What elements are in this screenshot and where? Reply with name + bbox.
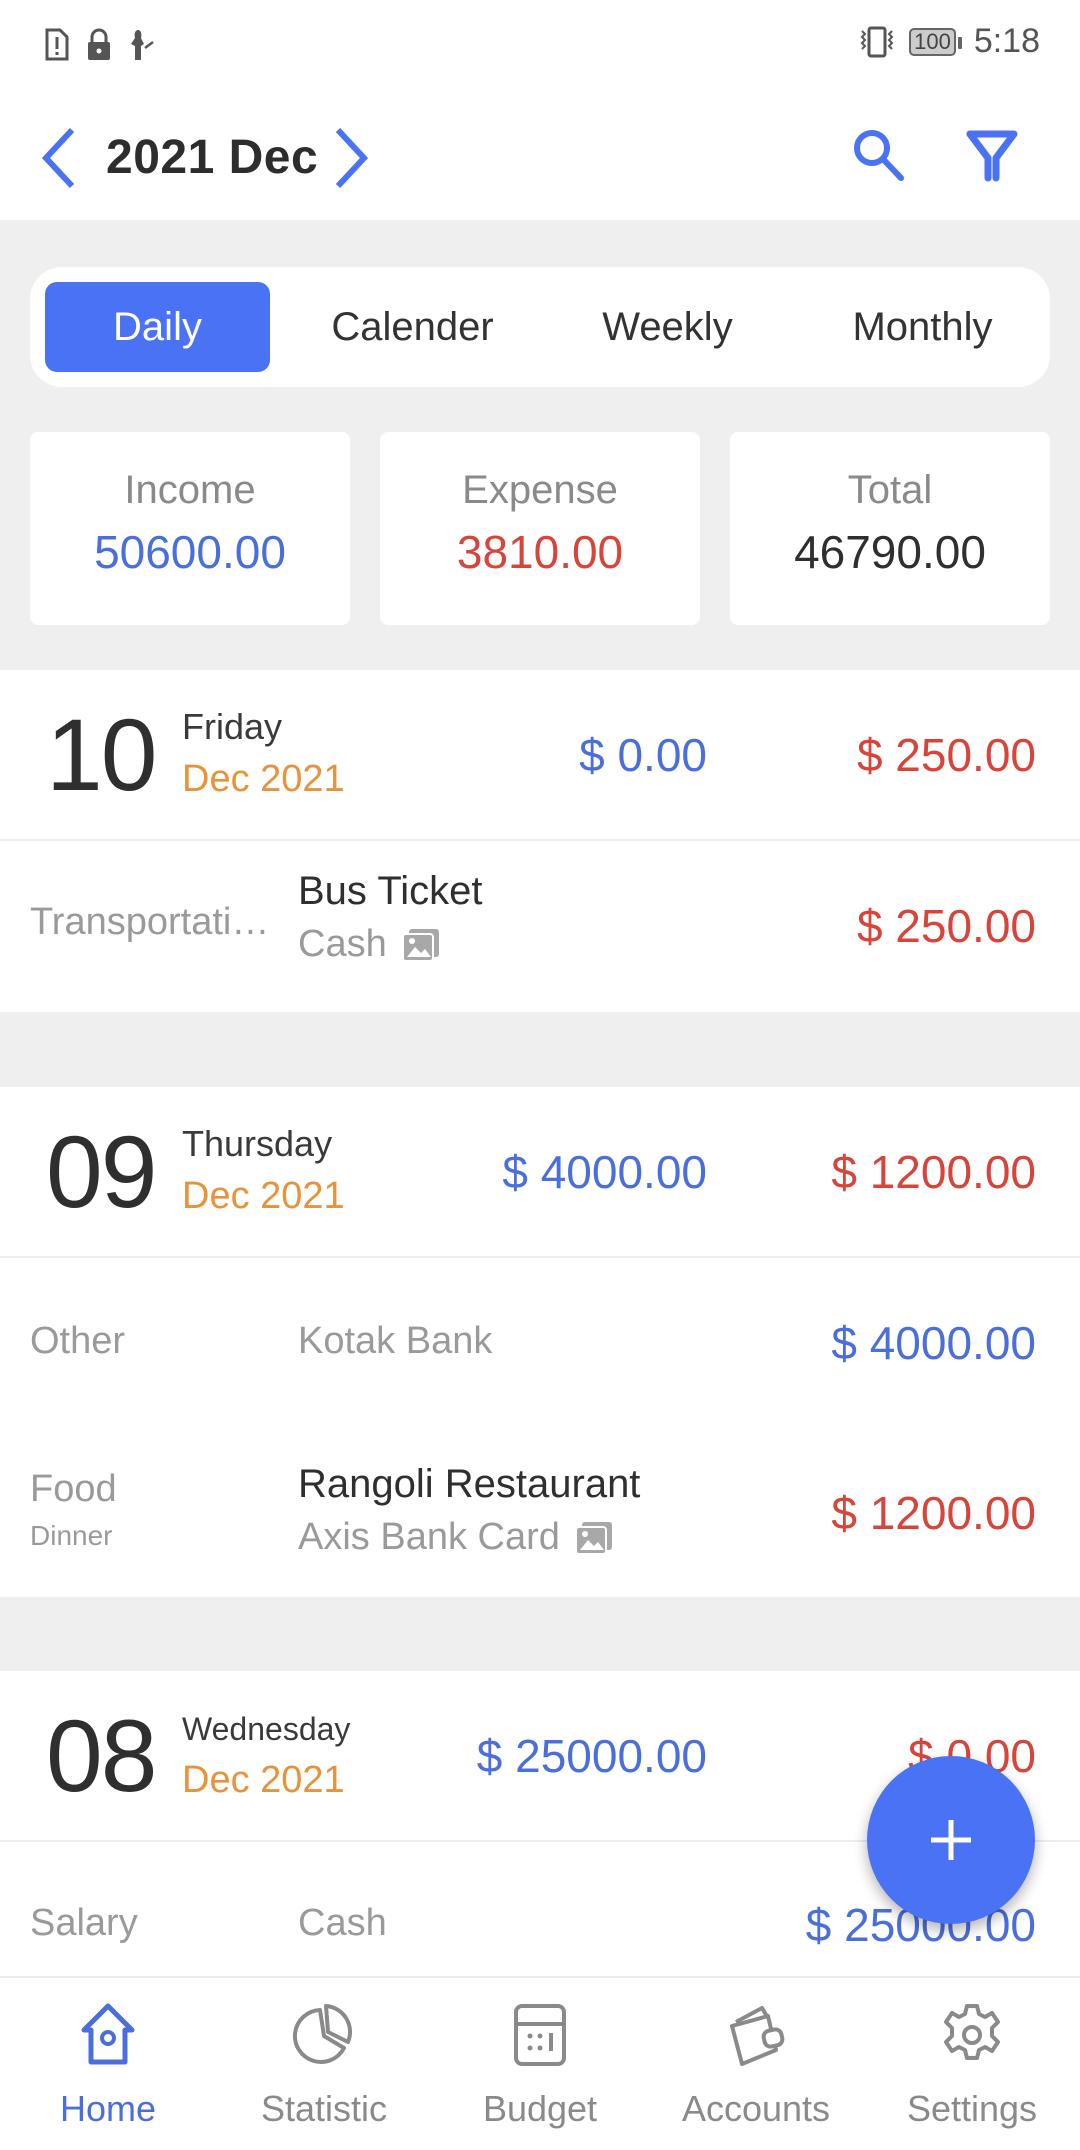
sim-alert-icon bbox=[45, 28, 69, 61]
account-name: Kotak Bank bbox=[298, 1320, 493, 1362]
gear-icon bbox=[944, 2004, 1000, 2060]
day-month: Dec 2021 bbox=[182, 1759, 345, 1801]
overview-panel: Daily Calender Weekly Monthly Income 506… bbox=[0, 220, 1080, 670]
bottom-navigation: Home Statistic Budget Accounts Settings bbox=[0, 1976, 1080, 2150]
calculator-icon bbox=[514, 2004, 566, 2066]
tab-weekly[interactable]: Weekly bbox=[555, 282, 780, 372]
next-month-button[interactable] bbox=[330, 126, 374, 190]
chevron-right-icon bbox=[335, 127, 369, 189]
account-name: Cash bbox=[298, 923, 387, 965]
income-value: 50600.00 bbox=[94, 526, 286, 578]
day-number: 09 bbox=[46, 1115, 157, 1229]
filter-icon bbox=[966, 130, 1018, 182]
total-label: Total bbox=[847, 468, 933, 512]
day-separator bbox=[0, 1597, 1080, 1671]
expense-card: Expense 3810.00 bbox=[380, 432, 700, 625]
filter-button[interactable] bbox=[962, 126, 1022, 186]
day-income-total: $ 0.00 bbox=[579, 729, 707, 781]
total-value: 46790.00 bbox=[794, 526, 986, 578]
view-tabs: Daily Calender Weekly Monthly bbox=[30, 267, 1050, 387]
day-income-total: $ 4000.00 bbox=[502, 1146, 707, 1198]
nav-budget-label: Budget bbox=[482, 2088, 598, 2129]
battery-icon: 100 bbox=[909, 27, 962, 56]
day-expense-total: $ 1200.00 bbox=[831, 1146, 1036, 1198]
day-separator bbox=[0, 1012, 1080, 1087]
status-bar: 100 5:18 bbox=[0, 0, 1080, 90]
nav-home-label: Home bbox=[59, 2088, 157, 2129]
nav-settings-label: Settings bbox=[906, 2088, 1038, 2129]
day-month: Dec 2021 bbox=[182, 1175, 345, 1217]
day-income-total: $ 25000.00 bbox=[476, 1730, 707, 1782]
day-number: 08 bbox=[46, 1699, 157, 1813]
day-group: 10 Friday Dec 2021 $ 0.00 $ 250.00 Trans… bbox=[0, 670, 1080, 1012]
month-title: 2021 Dec bbox=[106, 131, 319, 184]
tab-daily[interactable]: Daily bbox=[45, 282, 270, 372]
day-expense-total: $ 250.00 bbox=[856, 729, 1036, 781]
plus-icon bbox=[931, 1820, 971, 1860]
nav-home[interactable]: Home bbox=[0, 1978, 216, 2150]
day-header: 10 Friday Dec 2021 $ 0.00 $ 250.00 bbox=[0, 670, 1080, 841]
tab-calender[interactable]: Calender bbox=[300, 282, 525, 372]
transaction-category: Salary bbox=[30, 1902, 138, 1944]
transaction-account: Kotak Bank bbox=[298, 1320, 492, 1363]
day-weekday: Friday bbox=[182, 706, 283, 747]
day-weekday: Wednesday bbox=[182, 1711, 351, 1747]
expense-label: Expense bbox=[462, 468, 618, 512]
search-button[interactable] bbox=[848, 126, 908, 186]
nav-statistic-label: Statistic bbox=[260, 2088, 388, 2129]
nav-accounts[interactable]: Accounts bbox=[648, 1978, 864, 2150]
transaction-title: Bus Ticket bbox=[298, 869, 483, 913]
transaction-subcategory: Dinner bbox=[30, 1520, 113, 1551]
search-icon bbox=[854, 130, 904, 181]
transaction-title: Rangoli Restaurant bbox=[298, 1462, 641, 1506]
wallet-icon bbox=[730, 2006, 785, 2066]
status-time: 5:18 bbox=[973, 22, 1040, 60]
vibrate-icon bbox=[860, 26, 894, 57]
image-attachment-icon bbox=[574, 1521, 612, 1555]
total-card: Total 46790.00 bbox=[730, 432, 1050, 625]
day-weekday: Thursday bbox=[182, 1123, 333, 1164]
lock-icon bbox=[88, 28, 110, 60]
income-label: Income bbox=[124, 468, 256, 512]
transaction-account: Cash bbox=[298, 1902, 387, 1945]
transaction-row[interactable]: Transportation Bus Ticket Cash $ 250.00 bbox=[0, 841, 1080, 1009]
day-group: 09 Thursday Dec 2021 $ 4000.00 $ 1200.00… bbox=[0, 1087, 1080, 1597]
transaction-amount: $ 250.00 bbox=[856, 900, 1036, 952]
home-icon bbox=[81, 2003, 135, 2065]
nav-accounts-label: Accounts bbox=[681, 2088, 831, 2129]
transaction-category: Other bbox=[30, 1320, 126, 1362]
transaction-amount: $ 4000.00 bbox=[831, 1317, 1036, 1369]
notification-icon bbox=[131, 30, 154, 60]
account-name: Axis Bank Card bbox=[298, 1516, 560, 1558]
day-month: Dec 2021 bbox=[182, 758, 345, 800]
chevron-left-icon bbox=[41, 127, 75, 189]
nav-statistic[interactable]: Statistic bbox=[216, 1978, 432, 2150]
day-header: 09 Thursday Dec 2021 $ 4000.00 $ 1200.00 bbox=[0, 1087, 1080, 1258]
previous-month-button[interactable] bbox=[36, 126, 80, 190]
income-card: Income 50600.00 bbox=[30, 432, 350, 625]
nav-budget[interactable]: Budget bbox=[432, 1978, 648, 2150]
summary-cards: Income 50600.00 Expense 3810.00 Total 46… bbox=[30, 432, 1050, 625]
transaction-account: Cash bbox=[298, 923, 441, 966]
transaction-amount: $ 1200.00 bbox=[831, 1487, 1036, 1539]
tab-monthly[interactable]: Monthly bbox=[810, 282, 1035, 372]
transaction-row[interactable]: Food Dinner Rangoli Restaurant Axis Bank… bbox=[0, 1426, 1080, 1596]
transaction-account: Axis Bank Card bbox=[298, 1516, 614, 1559]
day-number: 10 bbox=[46, 698, 157, 812]
expense-value: 3810.00 bbox=[456, 526, 624, 578]
transaction-category: Transportation bbox=[30, 901, 270, 943]
account-name: Cash bbox=[298, 1902, 387, 1944]
add-transaction-button[interactable] bbox=[867, 1756, 1035, 1924]
pie-chart-icon bbox=[293, 2004, 352, 2064]
app-header: 2021 Dec bbox=[0, 90, 1080, 220]
nav-settings[interactable]: Settings bbox=[864, 1978, 1080, 2150]
image-attachment-icon bbox=[401, 928, 439, 962]
transaction-category: Food bbox=[30, 1468, 117, 1510]
transaction-row[interactable]: Other Kotak Bank $ 4000.00 bbox=[0, 1258, 1080, 1426]
